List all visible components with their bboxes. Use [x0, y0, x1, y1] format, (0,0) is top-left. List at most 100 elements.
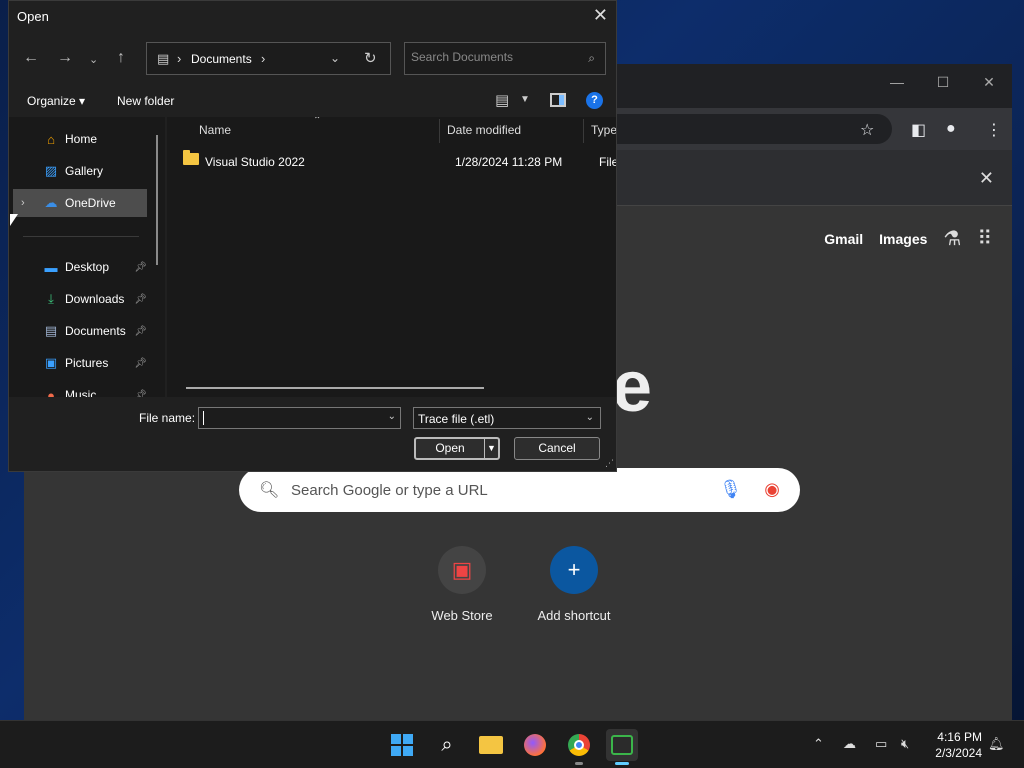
nav-label: Music [65, 388, 97, 397]
search-icon: 🔍︎ [259, 482, 280, 499]
column-divider[interactable] [583, 119, 584, 143]
onedrive-offline-icon[interactable]: ☁ [843, 736, 856, 752]
preview-pane-icon[interactable] [550, 93, 566, 107]
close-icon[interactable]: ✕ [966, 74, 1012, 91]
gmail-link[interactable]: Gmail [824, 231, 863, 247]
open-split-dropdown-icon[interactable]: ▼ [484, 439, 498, 458]
documents-folder-icon: ▤ [157, 51, 170, 66]
open-button[interactable]: Open ▼ [414, 437, 500, 460]
start-button[interactable] [386, 729, 418, 761]
sort-ascending-icon: ⌃ [313, 117, 322, 126]
column-divider[interactable] [439, 119, 440, 143]
expand-chevron-icon[interactable]: › [21, 197, 25, 209]
profile-icon[interactable]: ● [946, 120, 956, 138]
google-search-box[interactable]: 🔍︎ Search Google or type a URL 🎙︎ ◉ [239, 468, 800, 512]
search-input[interactable] [411, 50, 571, 64]
taskbar-chrome[interactable] [563, 729, 595, 765]
web-store-icon: ▣ [438, 546, 486, 594]
nav-item-music[interactable]: ● Music 📌︎ [13, 381, 147, 398]
clock-time: 4:16 PM [937, 730, 982, 744]
nav-label: OneDrive [65, 196, 116, 210]
search-icon: ⌕ [588, 51, 595, 65]
voice-search-icon[interactable]: 🎙︎ [719, 479, 742, 500]
side-panel-icon[interactable]: ◧ [911, 120, 926, 140]
resize-grip-icon[interactable]: ⋰ [605, 458, 614, 469]
shortcut-web-store[interactable]: ▣ Web Store [412, 546, 512, 623]
maximize-icon[interactable]: ☐ [920, 74, 966, 91]
up-arrow-icon[interactable]: ↑ [117, 49, 125, 67]
documents-icon: ▤ [44, 323, 58, 338]
minimize-icon[interactable]: — [874, 74, 920, 91]
notification-bell-icon[interactable]: 🔔︎ [988, 736, 1005, 752]
nav-label: Desktop [65, 260, 110, 274]
search-placeholder: Search Google or type a URL [291, 482, 488, 499]
breadcrumb-documents[interactable]: Documents [191, 52, 252, 66]
images-link[interactable]: Images [879, 231, 927, 247]
dialog-title: Open [17, 9, 49, 24]
nav-item-gallery[interactable]: ▨ Gallery [13, 157, 147, 185]
file-name-input[interactable] [203, 411, 383, 425]
breadcrumb-separator-icon[interactable]: › [261, 51, 265, 66]
chevron-down-icon[interactable]: ⌄ [388, 411, 396, 422]
chrome-icon [568, 734, 590, 756]
cancel-button[interactable]: Cancel [514, 437, 600, 460]
taskbar-search-button[interactable]: ⌕ [431, 729, 463, 761]
view-details-icon[interactable]: ▤ [495, 91, 509, 109]
nav-item-onedrive[interactable]: › ☁ OneDrive [13, 189, 147, 217]
column-header-date[interactable]: Date modified [447, 123, 521, 137]
column-header-name[interactable]: Name [199, 123, 231, 137]
nav-item-pictures[interactable]: ▣ Pictures 📌︎ [13, 349, 147, 377]
pin-icon: 📌︎ [134, 325, 147, 337]
taskbar-active-app[interactable] [606, 729, 638, 765]
taskbar-firefox[interactable] [519, 729, 551, 761]
back-arrow-icon[interactable]: ← [23, 49, 39, 67]
network-icon[interactable]: ▭ [875, 736, 887, 752]
file-row[interactable]: Visual Studio 2022 1/28/2024 11:28 PM Fi… [181, 150, 616, 173]
column-header-type[interactable]: Type [591, 123, 616, 137]
taskbar-file-explorer[interactable] [475, 729, 507, 761]
labs-flask-icon[interactable]: ⚗ [943, 226, 961, 251]
file-name-combobox[interactable]: ⌄ [198, 407, 401, 429]
onedrive-icon: ☁ [44, 195, 58, 210]
file-type-filter[interactable]: Trace file (.etl) ⌄ [413, 407, 601, 429]
horizontal-scrollbar[interactable] [186, 387, 484, 389]
new-folder-button[interactable]: New folder [117, 94, 174, 108]
chevron-down-icon: ⌄ [585, 412, 594, 423]
home-icon: ⌂ [47, 131, 55, 147]
system-clock[interactable]: 4:16 PM 2/3/2024 [924, 729, 982, 761]
search-documents-box[interactable]: ⌕ [404, 42, 606, 75]
nav-divider [23, 236, 139, 237]
show-hidden-icons-chevron-icon[interactable]: ⌃ [813, 736, 824, 752]
infobar-close-icon[interactable]: ✕ [979, 168, 994, 189]
organize-button[interactable]: Organize ▾ [27, 94, 85, 108]
nav-label: Pictures [65, 356, 109, 370]
bookmark-star-icon[interactable]: ☆ [860, 120, 874, 140]
nav-item-downloads[interactable]: ⤓ Downloads 📌︎ [13, 285, 147, 313]
address-bar[interactable]: ▤ › Documents › ⌄ ↻ [146, 42, 391, 75]
firefox-icon [524, 734, 546, 756]
pin-icon: 📌︎ [134, 261, 147, 273]
nav-item-desktop[interactable]: ▬ Desktop 📌︎ [13, 253, 148, 281]
navigation-pane: ⌂ Home ▨ Gallery › ☁ OneDrive ▬ Desktop … [9, 117, 165, 397]
menu-kebab-icon[interactable]: ⋮ [986, 120, 1002, 140]
apps-grid-icon[interactable]: ⠿ [977, 226, 992, 251]
shortcut-add[interactable]: + Add shortcut [524, 546, 624, 623]
organize-label: Organize [27, 94, 76, 108]
terminal-app-icon [611, 735, 633, 755]
pictures-icon: ▣ [44, 355, 58, 370]
shortcut-label: Web Store [431, 608, 493, 623]
volume-muted-icon[interactable]: 🔇︎ [901, 736, 909, 752]
nav-item-home[interactable]: ⌂ Home [13, 125, 147, 153]
refresh-icon[interactable]: ↻ [364, 49, 377, 67]
address-dropdown-icon[interactable]: ⌄ [330, 51, 340, 65]
help-icon[interactable]: ? [586, 92, 603, 109]
google-lens-icon[interactable]: ◉ [764, 479, 780, 500]
file-explorer-icon [479, 736, 503, 754]
forward-arrow-icon[interactable]: → [57, 49, 73, 67]
recent-locations-chevron-icon[interactable]: ⌄ [89, 53, 98, 66]
dialog-close-icon[interactable]: ✕ [593, 5, 608, 26]
nav-item-documents[interactable]: ▤ Documents 📌︎ [13, 317, 147, 345]
nav-scrollbar[interactable] [156, 135, 158, 265]
view-dropdown-icon[interactable]: ▼ [520, 94, 530, 105]
breadcrumb-separator-icon[interactable]: › [177, 51, 181, 66]
